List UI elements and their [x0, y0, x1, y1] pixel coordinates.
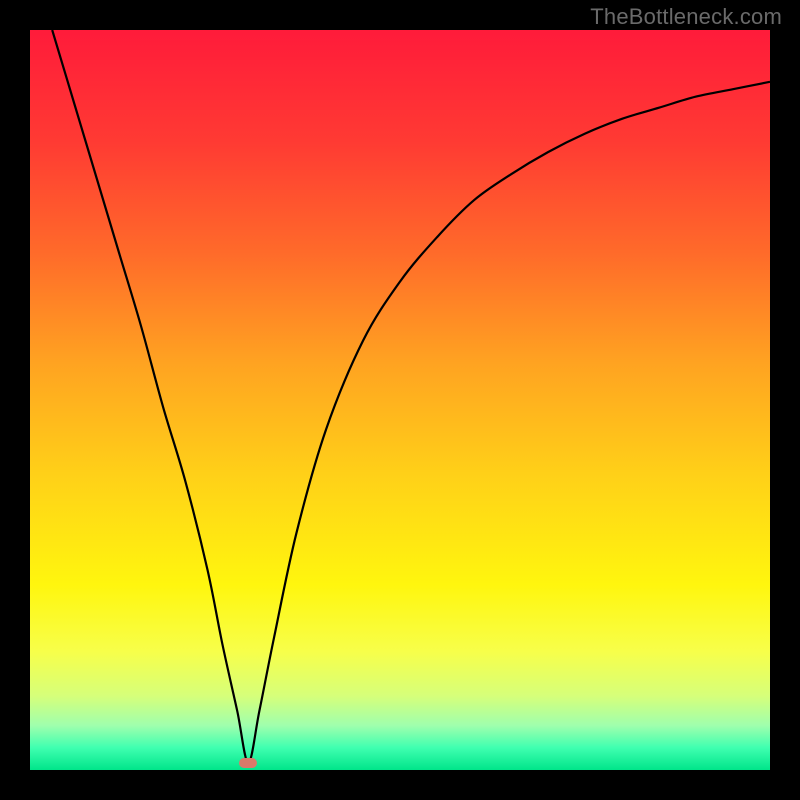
plot-area [30, 30, 770, 770]
optimal-marker [239, 758, 257, 768]
attribution-text: TheBottleneck.com [590, 4, 782, 30]
background-gradient [30, 30, 770, 770]
chart-frame: TheBottleneck.com [0, 0, 800, 800]
